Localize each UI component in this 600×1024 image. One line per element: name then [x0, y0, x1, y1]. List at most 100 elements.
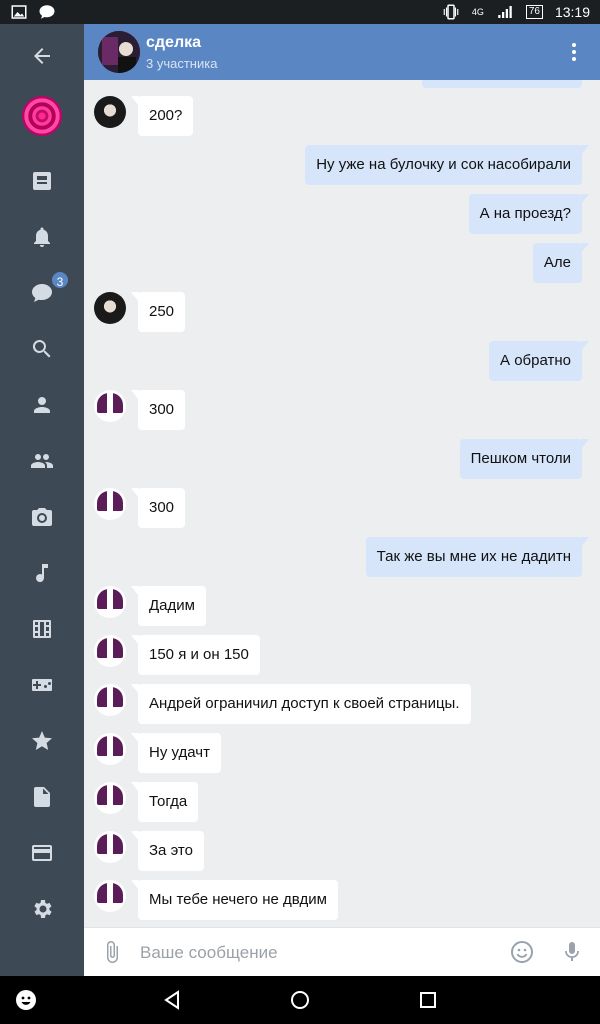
- video-icon: [33, 620, 51, 638]
- sidebar: 3: [0, 24, 84, 976]
- signal-icon: [498, 6, 512, 18]
- sidebar-item-music[interactable]: [22, 553, 62, 593]
- more-options-button[interactable]: [562, 40, 586, 64]
- message-bubble[interactable]: А на проезд?: [468, 194, 590, 234]
- back-arrow-icon: [34, 48, 50, 64]
- message-bubble[interactable]: 250: [130, 292, 186, 332]
- more-vertical-icon: [572, 43, 576, 61]
- sidebar-item-groups[interactable]: [22, 441, 62, 481]
- battery-level: 76: [528, 6, 540, 17]
- message-bubble[interactable]: За это: [131, 831, 204, 871]
- sidebar-item-settings[interactable]: [22, 889, 62, 929]
- message-bubble[interactable]: Але: [532, 243, 590, 283]
- message-bubble[interactable]: Андрей ограничил доступ к своей страницы…: [131, 684, 471, 724]
- message-incoming: 300: [94, 488, 186, 528]
- sender-avatar[interactable]: [94, 831, 126, 863]
- message-composer: [84, 927, 600, 976]
- sender-avatar[interactable]: [94, 488, 126, 520]
- news-icon: [33, 172, 51, 190]
- message-bubble[interactable]: Тогда: [130, 782, 199, 822]
- star-icon: [32, 731, 52, 750]
- sender-avatar[interactable]: [94, 96, 126, 128]
- message-incoming: 300: [94, 390, 186, 430]
- message-incoming: 200?: [94, 96, 194, 136]
- chat-notification-icon: [39, 5, 55, 19]
- sender-avatar[interactable]: [94, 635, 126, 667]
- emoji-icon[interactable]: [510, 940, 534, 964]
- message-list[interactable]: 200? Ну уже на булочку и сок насобирали …: [84, 80, 600, 927]
- games-icon: [32, 679, 52, 691]
- sender-avatar[interactable]: [94, 782, 126, 814]
- back-button[interactable]: [22, 36, 62, 76]
- message-incoming: 250: [94, 292, 186, 332]
- previous-message-fragment: [422, 80, 582, 88]
- microphone-icon[interactable]: [560, 940, 584, 964]
- sender-avatar[interactable]: [94, 292, 126, 324]
- message-bubble[interactable]: Мы тебе нечего не двдим: [131, 880, 338, 920]
- network-type: 4G: [471, 6, 484, 17]
- sidebar-item-photos[interactable]: [22, 497, 62, 537]
- message-bubble[interactable]: 200?: [130, 96, 194, 136]
- sender-avatar[interactable]: [94, 390, 126, 422]
- sidebar-item-documents[interactable]: [22, 777, 62, 817]
- message-outgoing: А на проезд?: [468, 194, 590, 234]
- message-bubble[interactable]: Пешком чтоли: [459, 439, 590, 479]
- chat-avatar[interactable]: [98, 31, 140, 73]
- chat-header: сделка 3 участника: [84, 24, 600, 80]
- message-bubble[interactable]: Дадим: [131, 586, 206, 626]
- sidebar-item-search[interactable]: [22, 329, 62, 369]
- music-icon: [36, 564, 48, 583]
- message-bubble[interactable]: 300: [130, 390, 186, 430]
- sidebar-item-games[interactable]: [22, 665, 62, 705]
- document-icon: [34, 787, 50, 807]
- message-incoming: Андрей ограничил доступ к своей страницы…: [94, 684, 471, 724]
- payment-icon: [32, 845, 52, 861]
- message-bubble[interactable]: Ну удачт: [131, 733, 221, 773]
- sidebar-item-favorites[interactable]: [22, 721, 62, 761]
- sidebar-item-friends[interactable]: [22, 385, 62, 425]
- vibrate-icon: [443, 4, 459, 20]
- bell-icon: [34, 227, 50, 247]
- sidebar-item-notifications[interactable]: [22, 217, 62, 257]
- sender-avatar[interactable]: [94, 684, 126, 716]
- sender-avatar[interactable]: [94, 733, 126, 765]
- gallery-notification-icon: [11, 5, 27, 19]
- paperclip-icon[interactable]: [100, 940, 124, 964]
- chat-title: сделка: [146, 34, 202, 51]
- back-nav-icon[interactable]: [160, 988, 184, 1012]
- status-bar: 4G 76 13:19: [0, 0, 600, 24]
- search-icon: [32, 340, 51, 358]
- message-incoming: Дадим: [94, 586, 206, 626]
- message-bubble[interactable]: 150 я и он 150: [131, 635, 260, 675]
- home-nav-icon[interactable]: [288, 988, 312, 1012]
- message-bubble[interactable]: 300: [130, 488, 186, 528]
- sidebar-item-payments[interactable]: [22, 833, 62, 873]
- message-outgoing: Пешком чтоли: [459, 439, 590, 479]
- groups-icon: [31, 454, 53, 468]
- sender-avatar[interactable]: [94, 586, 126, 618]
- message-outgoing: А обратно: [489, 341, 589, 381]
- chat-avatar-image: [98, 31, 140, 73]
- camera-icon: [32, 508, 52, 526]
- message-outgoing: Ну уже на булочку и сок насобирали: [305, 145, 589, 185]
- gear-icon: [34, 900, 52, 918]
- message-incoming: 150 я и он 150: [94, 635, 260, 675]
- message-outgoing: Але: [532, 243, 590, 283]
- message-bubble[interactable]: Ну уже на булочку и сок насобирали: [305, 145, 589, 185]
- battery-indicator: 76: [525, 5, 543, 19]
- message-bubble[interactable]: Так же вы мне их не дадитн: [365, 537, 590, 577]
- sidebar-item-news[interactable]: [22, 161, 62, 201]
- sender-avatar[interactable]: [94, 880, 126, 912]
- message-incoming: За это: [94, 831, 204, 871]
- message-input[interactable]: [140, 937, 500, 969]
- message-incoming: Тогда: [94, 782, 199, 822]
- emoji-keyboard-icon[interactable]: [14, 988, 38, 1012]
- chat-participants: 3 участника: [146, 56, 218, 71]
- message-outgoing: Так же вы мне их не дадитн: [365, 537, 590, 577]
- clock: 13:19: [554, 4, 590, 20]
- recents-nav-icon[interactable]: [416, 988, 440, 1012]
- message-incoming: Ну удачт: [94, 733, 221, 773]
- profile-avatar[interactable]: [22, 96, 62, 136]
- sidebar-item-video[interactable]: [22, 609, 62, 649]
- message-bubble[interactable]: А обратно: [489, 341, 589, 381]
